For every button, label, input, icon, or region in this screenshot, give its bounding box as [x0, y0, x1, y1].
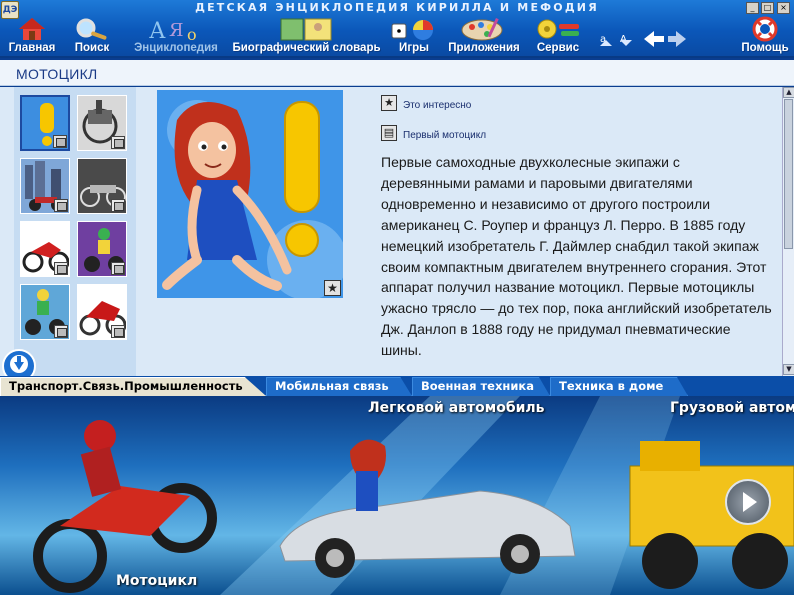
motorcycle-image[interactable] [33, 420, 217, 593]
picture-badge-icon [111, 262, 125, 275]
tab-home-tech[interactable]: Техника в доме [550, 377, 688, 396]
picture-badge-icon [111, 325, 125, 338]
close-button[interactable]: × [777, 2, 790, 14]
maximize-button[interactable]: □ [761, 2, 774, 14]
article-title: МОТОЦИКЛ [16, 66, 98, 82]
nav-search-button[interactable]: Поиск [62, 16, 122, 56]
scroll-down-arrow-icon[interactable]: ▼ [783, 364, 794, 375]
play-next-icon [743, 492, 757, 512]
picture-badge-icon [111, 136, 125, 149]
thumbnail-cartoon-rider[interactable] [77, 221, 127, 277]
nav-encyclopedia-button[interactable]: А Я о Энциклопедия [128, 16, 224, 56]
magnifier-icon [76, 18, 107, 40]
scrollbar-thumb[interactable] [784, 99, 793, 249]
thumbnail-engine[interactable] [77, 95, 127, 151]
forward-arrow-icon[interactable] [668, 31, 686, 47]
lifebuoy-icon [752, 16, 778, 42]
tab-mobile[interactable]: Мобильная связь [266, 377, 412, 396]
thumbnail-exclamation[interactable] [20, 95, 70, 151]
thumbnail-classic-bike[interactable] [77, 158, 127, 214]
picture-icon: ▤ [381, 125, 397, 141]
help-button[interactable]: Помощь [736, 16, 794, 56]
nav-arrows-group: a A [600, 31, 686, 47]
nav-biography-button[interactable]: Биографический словарь [228, 16, 385, 56]
star-badge-icon: ★ [324, 280, 341, 296]
article-body-text: Первые самоходные двухколесные экипажи с… [381, 154, 772, 359]
nav-biography-label: Биографический словарь [232, 42, 381, 54]
thumbnail-city-bike[interactable] [20, 158, 70, 214]
banner-illustration [33, 396, 794, 595]
palette-icon [461, 18, 503, 41]
portrait-icon [280, 18, 331, 41]
link-first-motorcycle-label: Первый мотоцикл [403, 130, 487, 141]
font-down-icon[interactable]: A [620, 34, 632, 46]
scroll-up-arrow-icon[interactable]: ▲ [783, 87, 794, 98]
thumbnail-sport-bike[interactable] [77, 284, 127, 340]
star-icon: ★ [381, 95, 397, 111]
help-label: Помощь [741, 42, 789, 54]
picture-badge-icon [54, 199, 68, 212]
main-article-image[interactable]: ★ [157, 90, 343, 298]
minimize-button[interactable]: _ [746, 2, 759, 14]
nav-games-button[interactable]: Игры [386, 16, 442, 56]
svg-text:Я: Я [169, 20, 184, 41]
star-badge-icon [53, 135, 67, 148]
vertical-scrollbar[interactable]: ▲ ▼ [782, 87, 794, 376]
article-header: МОТОЦИКЛ [0, 60, 794, 86]
thumbnail-kid-rider[interactable] [20, 284, 70, 340]
truck-image[interactable] [629, 441, 794, 589]
nav-apps-label: Приложения [448, 42, 520, 54]
link-first-motorcycle[interactable]: ▤ Первый мотоцикл [381, 123, 581, 143]
tab-military[interactable]: Военная техника [412, 377, 550, 396]
tab-transport[interactable]: Транспорт.Связь.Промышленность [0, 377, 266, 396]
top-toolbar: ДЭ ДЕТСКАЯ ЭНЦИКЛОПЕДИЯ КИРИЛЛА И МЕФОДИ… [0, 0, 794, 58]
banner-next-button[interactable] [725, 479, 771, 525]
app-title: ДЕТСКАЯ ЭНЦИКЛОПЕДИЯ КИРИЛЛА И МЕФОДИЯ [195, 1, 599, 14]
banner-label-motorcycle[interactable]: Мотоцикл [116, 573, 197, 589]
nav-apps-button[interactable]: Приложения [443, 16, 525, 56]
category-tabs: Транспорт.Связь.Промышленность Мобильная… [0, 376, 794, 396]
picture-badge-icon [111, 199, 125, 212]
link-interesting-label: Это интересно [403, 100, 472, 111]
banner-label-truck[interactable]: Грузовой автомобиль [670, 400, 794, 416]
girl-with-exclamation-illustration [157, 90, 343, 298]
house-icon [19, 18, 45, 40]
font-up-icon[interactable]: a [600, 34, 612, 46]
letters-icon: А Я о [149, 19, 197, 42]
dice-icon [391, 20, 433, 40]
svg-text:А: А [149, 19, 166, 42]
nav-service-button[interactable]: Сервис [527, 16, 589, 56]
article-text-panel: ★ Это интересно ▤ Первый мотоцикл Первые… [376, 87, 782, 376]
nav-home-button[interactable]: Главная [2, 16, 62, 56]
banner-label-car[interactable]: Легковой автомобиль [368, 400, 545, 416]
nav-games-label: Игры [399, 42, 429, 54]
nav-encyclopedia-label: Энциклопедия [134, 42, 218, 54]
back-arrow-icon[interactable] [644, 31, 664, 47]
thumbnail-red-bike[interactable] [20, 221, 70, 277]
nav-service-label: Сервис [536, 42, 580, 54]
link-interesting[interactable]: ★ Это интересно [381, 93, 581, 113]
category-banner: Мотоцикл Легковой автомобиль Грузовой ав… [0, 396, 794, 595]
article-content: ★ ★ Это интересно ▤ Первый мотоцикл Перв… [0, 87, 794, 383]
nav-home-label: Главная [8, 42, 56, 54]
nav-search-label: Поиск [74, 42, 110, 54]
tools-icon [537, 19, 579, 39]
picture-badge-icon [54, 262, 68, 275]
thumbnail-panel [14, 87, 136, 376]
svg-text:о: о [187, 25, 197, 42]
picture-badge-icon [54, 325, 68, 338]
